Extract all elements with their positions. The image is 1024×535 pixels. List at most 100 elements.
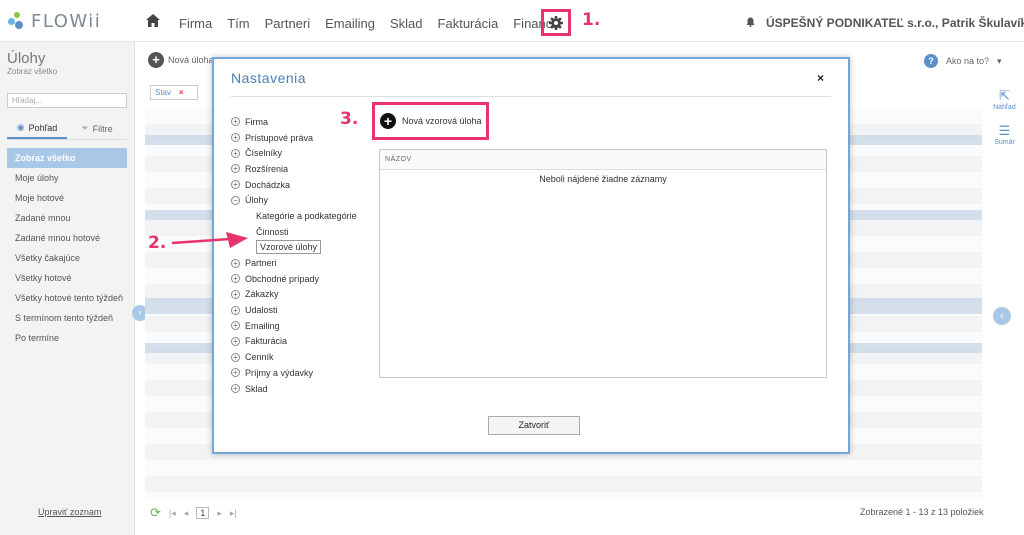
nav-links: Firma Tím Partneri Emailing Sklad Faktur… (179, 16, 577, 31)
collapse-icon: − (231, 195, 240, 205)
tree-item-categories[interactable]: Kategórie a podkategórie (231, 208, 371, 224)
tab-filter-label: Filtre (92, 123, 113, 134)
edit-list-link[interactable]: Upraviť zoznam (38, 507, 101, 517)
sidebar-item-my-tasks[interactable]: Moje úlohy (7, 168, 127, 188)
sidebar-item-due-this-week[interactable]: S termínom tento týždeň (7, 308, 127, 328)
tree-item-label: Emailing (245, 320, 280, 331)
last-page-icon[interactable]: ▸| (230, 508, 237, 519)
sidebar-item-assigned-by-me[interactable]: Zadané mnou (7, 208, 127, 228)
page-number[interactable]: 1 (196, 507, 210, 519)
tree-item-template-tasks[interactable]: Vzorové úlohy (231, 240, 371, 256)
bell-icon[interactable] (746, 17, 755, 27)
tree-item-invoicing[interactable]: + Fakturácia (231, 334, 371, 350)
sidebar-item-all[interactable]: Zobraz všetko (7, 148, 127, 168)
next-page-icon[interactable]: ▸ (217, 508, 222, 519)
sidebar-search-input[interactable]: Hľadaj... (7, 93, 127, 108)
settings-tree: + Firma + Prístupové práva + Číselníky + Roz… (231, 114, 371, 396)
tab-view[interactable]: ◉ Pohľad (7, 118, 67, 139)
tree-item-warehouse[interactable]: + Sklad (231, 381, 371, 397)
tree-item-label: Kategórie a podkategórie (256, 210, 357, 221)
toolbar: + Nová úloha (148, 52, 214, 68)
eye-icon: ◉ (16, 122, 25, 132)
gear-icon (549, 15, 563, 30)
sidebar-item-all-done[interactable]: Všetky hotové (7, 268, 127, 288)
modal-title: Nastavenia (231, 70, 307, 86)
new-template-task-label: Nová vzorová úloha (402, 116, 482, 126)
tree-item-events[interactable]: + Udalosti (231, 302, 371, 318)
settings-button[interactable] (541, 9, 571, 36)
close-button[interactable]: Zatvoriť (488, 416, 580, 435)
tree-item-label: Úlohy (245, 195, 269, 206)
sidebar-item-my-done[interactable]: Moje hotové (7, 188, 127, 208)
step-1-annotation: 1. (582, 10, 601, 30)
external-link-icon: ⇱ (999, 88, 1010, 103)
sidebar-item-overdue[interactable]: Po termíne (7, 328, 127, 348)
refresh-icon[interactable]: ⟳ (150, 505, 161, 521)
plus-icon: + (380, 113, 396, 129)
expand-icon: + (231, 117, 240, 127)
sidebar-item-done-this-week[interactable]: Všetky hotové tento týždeň (7, 288, 127, 308)
new-task-button[interactable]: Nová úloha (168, 55, 214, 65)
collapse-right-panel-icon[interactable]: ‹ (993, 307, 1011, 325)
user-company[interactable]: ÚSPEŠNÝ PODNIKATEĽ s.r.o., Patrik Škulav… (766, 16, 1024, 30)
preview-label: Náhľad (993, 104, 1016, 111)
tree-item-label: Cenník (245, 352, 274, 363)
pointer-arrow-icon (171, 232, 248, 248)
preview-button[interactable]: ⇱ Náhľad (985, 88, 1024, 111)
right-panel: ⇱ Náhľad ☰ Sumár (985, 88, 1024, 158)
help-link[interactable]: ? Ako na to? ▾ (924, 54, 1002, 68)
logo-icon (8, 12, 26, 30)
sidebar: Úlohy Zobraz všetko Hľadaj... ◉ Pohľad ⏷… (0, 42, 135, 535)
tree-item-orders[interactable]: + Zákazky (231, 287, 371, 303)
divider (231, 96, 831, 97)
nav-link-firma[interactable]: Firma (179, 16, 212, 31)
tree-item-attendance[interactable]: + Dochádzka (231, 177, 371, 193)
filter-chip[interactable]: Stav × (150, 85, 198, 100)
sidebar-item-assigned-by-me-done[interactable]: Zadané mnou hotové (7, 228, 127, 248)
nav-link-tim[interactable]: Tím (227, 16, 249, 31)
nav-link-fakturacia[interactable]: Fakturácia (438, 16, 499, 31)
help-icon: ? (924, 54, 938, 68)
tree-item-activities[interactable]: Činnosti (231, 224, 371, 240)
logo[interactable]: FLOWii (8, 10, 101, 32)
help-label: Ako na to? (946, 56, 990, 66)
plus-icon[interactable]: + (148, 52, 164, 68)
first-page-icon[interactable]: |◂ (169, 508, 176, 519)
tab-filter[interactable]: ⏷ Filtre (67, 118, 127, 139)
filter-chip-label: Stav (155, 88, 172, 97)
tree-item-label: Prístupové práva (245, 132, 314, 143)
sidebar-item-all-waiting[interactable]: Všetky čakajúce (7, 248, 127, 268)
tree-item-label: Rozšírenia (245, 163, 289, 174)
nav-link-sklad[interactable]: Sklad (390, 16, 423, 31)
settings-modal: Nastavenia × + Firma + Prístupové práva + Č… (212, 57, 850, 454)
summary-button[interactable]: ☰ Sumár (985, 123, 1024, 146)
tree-item-emailing[interactable]: + Emailing (231, 318, 371, 334)
tree-item-extensions[interactable]: + Rozšírenia (231, 161, 371, 177)
sidebar-tabs: ◉ Pohľad ⏷ Filtre (7, 118, 127, 140)
home-icon[interactable] (146, 14, 160, 27)
tree-item-label: Fakturácia (245, 336, 288, 347)
step-3-annotation: 3. (340, 109, 359, 129)
tree-item-access-rights[interactable]: + Prístupové práva (231, 130, 371, 146)
empty-state: Neboli nájdené žiadne záznamy (539, 174, 667, 184)
nav-link-emailing[interactable]: Emailing (325, 16, 375, 31)
tree-item-deals[interactable]: + Obchodné prípady (231, 271, 371, 287)
tree-item-codebooks[interactable]: + Číselníky (231, 145, 371, 161)
close-icon[interactable]: × (817, 71, 824, 85)
new-template-task-button[interactable]: + Nová vzorová úloha (372, 102, 489, 140)
tree-item-label: Zákazky (245, 289, 279, 300)
tree-item-income-expenses[interactable]: + Príjmy a výdavky (231, 365, 371, 381)
remove-filter-icon[interactable]: × (179, 88, 184, 97)
expand-icon: + (231, 368, 240, 378)
tree-item-tasks[interactable]: − Úlohy (231, 192, 371, 208)
prev-page-icon[interactable]: ◂ (184, 508, 189, 519)
step-2-annotation: 2. (148, 233, 167, 253)
tree-item-partners[interactable]: + Partneri (231, 255, 371, 271)
nav-link-partneri[interactable]: Partneri (265, 16, 311, 31)
tree-item-pricelist[interactable]: + Cenník (231, 349, 371, 365)
expand-icon: + (231, 352, 240, 362)
tree-item-label: Sklad (245, 383, 268, 394)
tab-view-label: Pohľad (28, 122, 58, 133)
column-header-name[interactable]: NÁZOV (380, 150, 826, 170)
expand-icon: + (231, 133, 240, 143)
